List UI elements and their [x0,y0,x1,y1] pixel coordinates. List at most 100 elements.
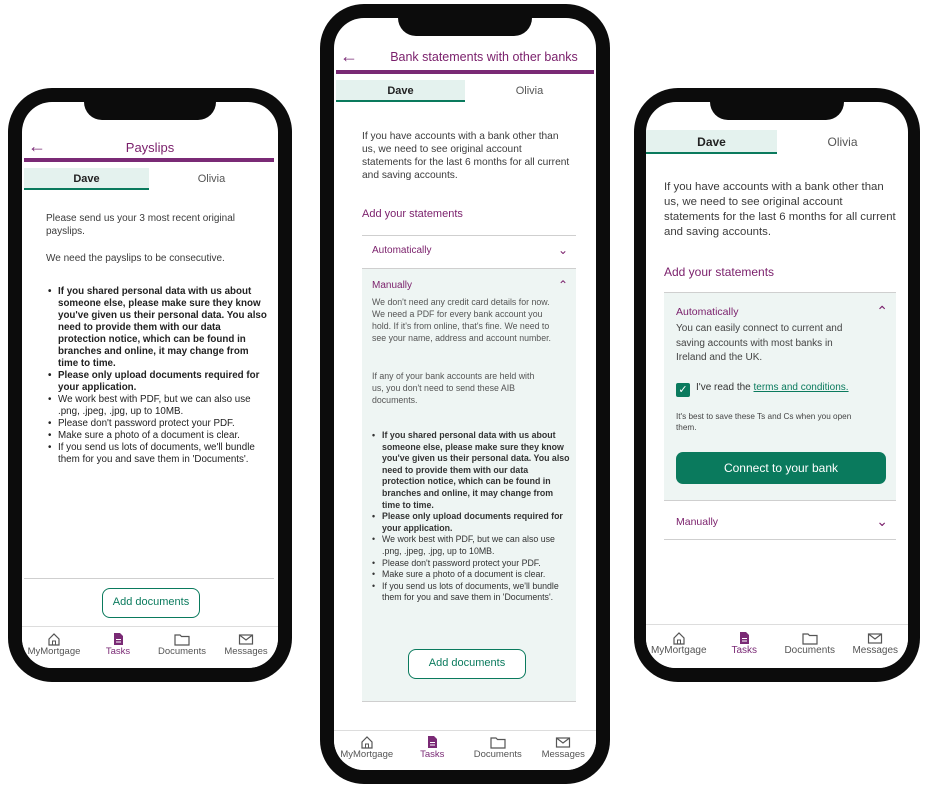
nav-tasks[interactable]: Tasks [712,631,778,668]
nav-documents[interactable]: Documents [150,632,214,668]
accordion-label: Manually [372,279,413,291]
add-documents-button[interactable]: Add documents [102,588,200,618]
list-item: Make sure a photo of a document is clear… [370,569,570,581]
accordion-manually[interactable]: Manually ⌃ [372,278,568,292]
nav-label: Documents [473,749,522,760]
footer-divider [24,578,274,579]
nav-tasks[interactable]: Tasks [86,632,150,668]
tasks-icon [428,736,438,748]
person-tabs: Dave Olivia [336,80,594,102]
manual-paragraph-1: We don't need any credit card details fo… [372,297,551,343]
nav-label: MyMortgage [650,645,707,656]
phone-notch [710,102,844,120]
list-item: Make sure a photo of a document is clear… [46,430,268,442]
save-hint: It's best to save these Ts and Cs when y… [676,412,852,432]
nav-messages[interactable]: Messages [214,632,278,668]
nav-label: Messages [224,646,268,657]
header-underline [24,158,274,162]
chevron-up-icon: ⌃ [557,278,568,292]
connect-bank-button[interactable]: Connect to your bank [676,452,886,484]
person-tabs: Dave Olivia [24,168,274,190]
list-item: If you shared personal data with us abou… [46,286,268,370]
screen-connect-bank: Dave Olivia If you have accounts with a … [646,102,908,668]
list-item: If you shared personal data with us abou… [370,430,570,511]
nav-label: Messages [852,645,899,656]
list-item: Please don't password protect your PDF. [46,418,268,430]
nav-documents[interactable]: Documents [777,631,843,668]
list-item: Please only upload documents required fo… [370,511,570,534]
info-bullets: If you shared personal data with us abou… [46,286,268,466]
phone-payslips: ← Payslips Dave Olivia Please send us yo… [8,88,292,682]
accordion-divider [362,701,576,702]
mail-icon [868,633,883,644]
accordion-automatically[interactable]: Automatically ⌃ [676,303,888,320]
bottom-nav: MyMortgage Tasks Documents Messages [646,624,908,668]
home-icon [361,736,373,749]
person-tabs: Dave Olivia [646,130,908,154]
accordion-automatically[interactable]: Automatically ⌄ [372,243,568,257]
nav-label: Documents [784,645,836,656]
accordion-label: Manually [676,515,719,528]
list-item: If you send us lots of documents, we'll … [370,581,570,604]
tab-dave[interactable]: Dave [336,80,465,102]
intro-text: If you have accounts with a bank other t… [664,181,896,238]
list-item: If you send us lots of documents, we'll … [46,442,268,466]
back-arrow-icon[interactable]: ← [340,46,358,67]
nav-label: Tasks [105,646,131,657]
terms-label: I've read the terms and conditions. [696,382,849,393]
nav-label: MyMortgage [27,646,81,657]
nav-documents[interactable]: Documents [465,735,531,770]
nav-tasks[interactable]: Tasks [400,735,466,770]
nav-label: Documents [157,646,207,657]
list-item: We work best with PDF, but we can also u… [370,534,570,557]
header-underline [336,70,594,74]
home-icon [673,632,685,645]
tasks-icon [740,632,750,644]
phone-notch [398,18,532,36]
consecutive-text: We need the payslips to be consecutive. [46,253,225,264]
back-arrow-icon[interactable]: ← [28,136,46,157]
nav-mymortgage[interactable]: MyMortgage [334,735,400,770]
folder-icon [174,634,190,646]
auto-description: You can easily connect to current and sa… [676,323,843,363]
terms-checkbox[interactable]: ✓ [676,383,690,397]
chevron-up-icon: ⌃ [876,303,888,319]
mail-icon [238,634,254,645]
nav-label: Messages [541,749,585,760]
phone-bank-statements: ← Bank statements with other banks Dave … [320,4,610,784]
folder-icon [802,633,818,645]
bottom-nav: MyMortgage Tasks Documents Messages [334,730,596,770]
page-title: Bank statements with other banks [390,50,578,64]
nav-label: Tasks [420,749,445,760]
tab-olivia[interactable]: Olivia [465,80,594,102]
section-title: Add your statements [362,208,463,220]
nav-label: MyMortgage [340,749,394,760]
tab-dave[interactable]: Dave [646,130,777,154]
manual-paragraph-2: If any of your bank accounts are held wi… [372,371,535,405]
chevron-down-icon: ⌄ [557,243,568,257]
nav-mymortgage[interactable]: MyMortgage [22,632,86,668]
accordion-label: Automatically [372,244,432,256]
screen-bank-statements: ← Bank statements with other banks Dave … [334,18,596,770]
accordion-divider [664,539,896,540]
add-documents-button[interactable]: Add documents [408,649,526,679]
terms-link[interactable]: terms and conditions. [754,382,849,393]
accordion-manually[interactable]: Manually ⌄ [676,513,888,530]
tab-olivia[interactable]: Olivia [149,168,274,190]
bottom-nav: MyMortgage Tasks Documents Messages [22,626,278,668]
nav-mymortgage[interactable]: MyMortgage [646,631,712,668]
tab-olivia[interactable]: Olivia [777,130,908,154]
list-item: We work best with PDF, but we can also u… [46,394,268,418]
nav-label: Tasks [731,645,758,656]
page-title: Payslips [125,140,175,155]
tab-dave[interactable]: Dave [24,168,149,190]
folder-icon [490,737,506,749]
accordion-divider [664,500,896,501]
screen-payslips: ← Payslips Dave Olivia Please send us yo… [22,102,278,668]
info-bullets: If you shared personal data with us abou… [370,430,570,604]
phone-notch [84,102,216,120]
nav-messages[interactable]: Messages [843,631,909,668]
accordion-divider [362,235,576,236]
terms-prefix: I've read the [696,382,754,393]
nav-messages[interactable]: Messages [531,735,597,770]
